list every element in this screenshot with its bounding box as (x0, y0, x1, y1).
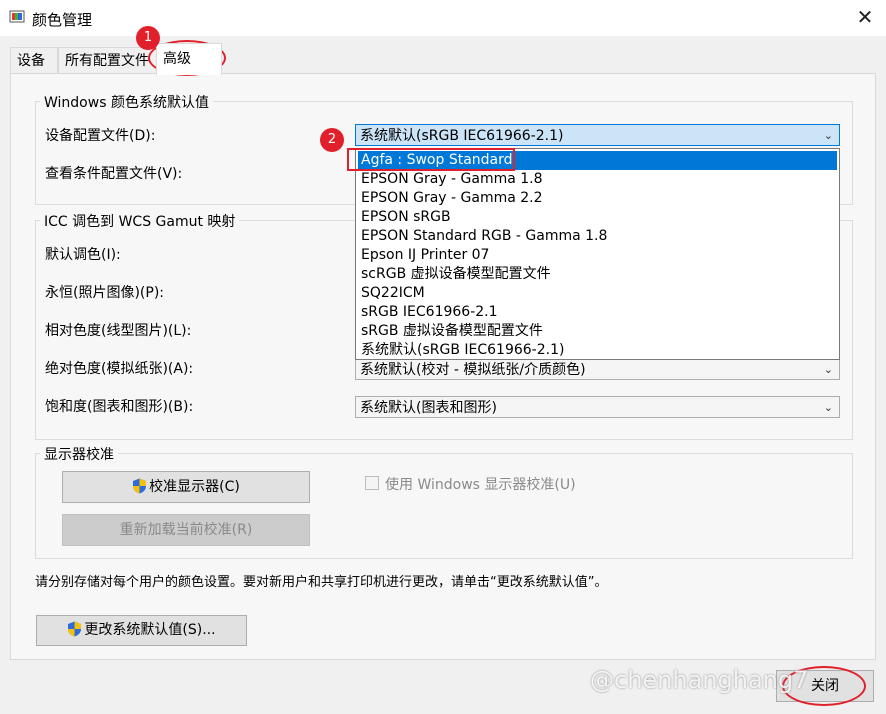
absolute-colorimetric-label: 绝对色度(模拟纸张)(A): (45, 361, 194, 377)
uac-shield-icon (133, 478, 147, 494)
color-management-icon (9, 10, 25, 23)
uac-shield-icon (68, 621, 82, 637)
chevron-down-icon: ⌄ (823, 363, 833, 376)
calibrate-display-button[interactable]: 校准显示器(C) (62, 471, 310, 503)
agfa-option-highlight (347, 148, 515, 171)
title-bar: 颜色管理 ✕ (0, 0, 886, 36)
dropdown-option[interactable]: EPSON Gray - Gamma 1.8 (358, 170, 837, 189)
use-windows-calibration-label: 使用 Windows 显示器校准(U) (385, 477, 576, 493)
chevron-down-icon: ⌄ (823, 129, 833, 142)
chevron-down-icon: ⌄ (823, 401, 833, 414)
saturation-value: 系统默认(图表和图形) (360, 400, 497, 416)
device-profile-select[interactable]: 系统默认(sRGB IEC61966-2.1) ⌄ (355, 124, 840, 146)
device-profile-label: 设备配置文件(D): (45, 128, 156, 144)
tab-advanced[interactable]: 高级 (156, 43, 222, 75)
step-1-marker: 1 (136, 26, 160, 50)
default-intent-label: 默认调色(I): (45, 247, 121, 263)
calibrate-display-label: 校准显示器(C) (149, 479, 240, 495)
dropdown-option[interactable]: EPSON sRGB (358, 208, 837, 227)
step-2-marker: 2 (320, 128, 344, 152)
saturation-label: 饱和度(图表和图形)(B): (45, 399, 194, 415)
footer-note: 请分别存储对每个用户的颜色设置。要对新用户和共享打印机进行更改，请单击“更改系统… (35, 575, 608, 590)
relative-colorimetric-label: 相对色度(线型图片)(L): (45, 323, 192, 339)
watermark: @chenhanghang7 (590, 666, 809, 694)
dropdown-option[interactable]: scRGB 虚拟设备模型配置文件 (358, 265, 837, 284)
device-profile-value: 系统默认(sRGB IEC61966-2.1) (360, 128, 564, 144)
dropdown-option[interactable]: sRGB IEC61966-2.1 (358, 303, 837, 322)
dropdown-option[interactable]: SQ22ICM (358, 284, 837, 303)
dropdown-option[interactable]: EPSON Gray - Gamma 2.2 (358, 189, 837, 208)
dropdown-option[interactable]: EPSON Standard RGB - Gamma 1.8 (358, 227, 837, 246)
change-system-defaults-button[interactable]: 更改系统默认值(S)... (36, 615, 247, 646)
icc-mapping-title: ICC 调色到 WCS Gamut 映射 (40, 211, 240, 231)
dropdown-option[interactable]: 系统默认(sRGB IEC61966-2.1) (358, 341, 837, 360)
tab-devices[interactable]: 设备 (10, 47, 58, 74)
calibration-title: 显示器校准 (40, 444, 118, 464)
perceptual-label: 永恒(照片图像)(P): (45, 285, 165, 301)
window-title: 颜色管理 (32, 11, 93, 29)
viewing-conditions-label: 查看条件配置文件(V): (45, 166, 183, 182)
use-windows-calibration-checkbox[interactable] (365, 476, 379, 490)
windows-defaults-title: Windows 颜色系统默认值 (40, 92, 213, 112)
dropdown-option[interactable]: Epson IJ Printer 07 (358, 246, 837, 265)
absolute-colorimetric-select[interactable]: 系统默认(校对 - 模拟纸张/介质颜色) ⌄ (355, 358, 840, 380)
change-system-defaults-label: 更改系统默认值(S)... (84, 622, 216, 638)
saturation-select[interactable]: 系统默认(图表和图形) ⌄ (355, 396, 840, 418)
absolute-colorimetric-value: 系统默认(校对 - 模拟纸张/介质颜色) (360, 362, 586, 378)
device-profile-dropdown-list: Agfa : Swop Standard EPSON Gray - Gamma … (355, 148, 840, 360)
close-icon[interactable]: ✕ (852, 4, 878, 30)
dropdown-option[interactable]: sRGB 虚拟设备模型配置文件 (358, 322, 837, 341)
reload-calibration-button[interactable]: 重新加载当前校准(R) (62, 514, 310, 546)
